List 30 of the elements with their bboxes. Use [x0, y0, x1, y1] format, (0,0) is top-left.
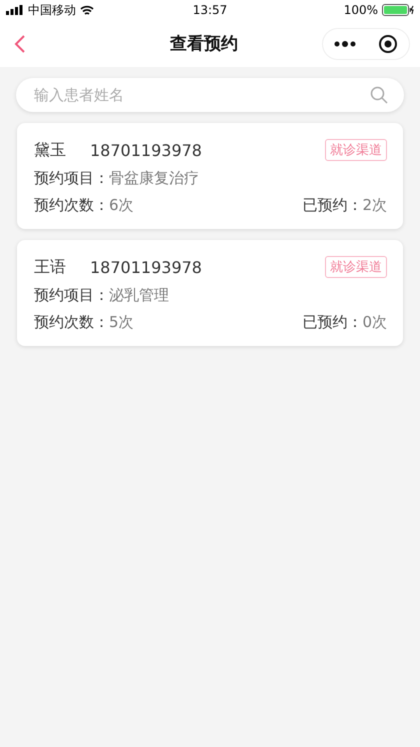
wifi-icon — [80, 4, 94, 16]
item-label: 预约项目： — [34, 169, 109, 188]
phone-number: 18701193978 — [90, 258, 203, 276]
search-bar[interactable]: 输入患者姓名 — [16, 78, 404, 112]
patient-name: 王语 — [34, 256, 67, 278]
search-field[interactable]: 输入患者姓名 — [32, 85, 370, 105]
item-label: 预约项目： — [34, 286, 109, 305]
close-target-icon[interactable] — [378, 34, 398, 54]
item-value: 骨盆康复治疗 — [109, 169, 199, 188]
booked-label: 已预约： — [302, 313, 362, 332]
signal-icon — [6, 5, 24, 15]
count-value: 5次 — [109, 313, 134, 332]
battery-icon — [382, 4, 414, 16]
more-icon[interactable] — [334, 40, 356, 46]
count-label: 预约次数： — [34, 196, 109, 215]
booked-value: 2次 — [362, 196, 387, 215]
appointment-card[interactable]: 黛玉 18701193978 就诊渠道 预约项目：骨盆康复治疗 预约次数：6次 已预约：2次 — [17, 123, 403, 229]
appointment-card[interactable]: 王语 18701193978 就诊渠道 预约项目：泌乳管理 预约次数：5次 已预约：0次 — [17, 240, 403, 346]
back-icon[interactable] — [14, 34, 26, 52]
booked-value: 0次 — [362, 313, 387, 332]
item-value: 泌乳管理 — [109, 286, 169, 305]
phone-number: 18701193978 — [90, 140, 203, 160]
count-value: 6次 — [109, 196, 134, 215]
count-label: 预约次数： — [34, 313, 109, 332]
page-title: 查看预约 — [168, 33, 239, 55]
status-time: 13:57 — [192, 3, 228, 17]
carrier-name: 中国移动 — [28, 2, 76, 18]
patient-name: 黛玉 — [34, 140, 67, 160]
booked-label: 已预约： — [302, 196, 362, 215]
battery-percent: 100% — [344, 3, 378, 17]
